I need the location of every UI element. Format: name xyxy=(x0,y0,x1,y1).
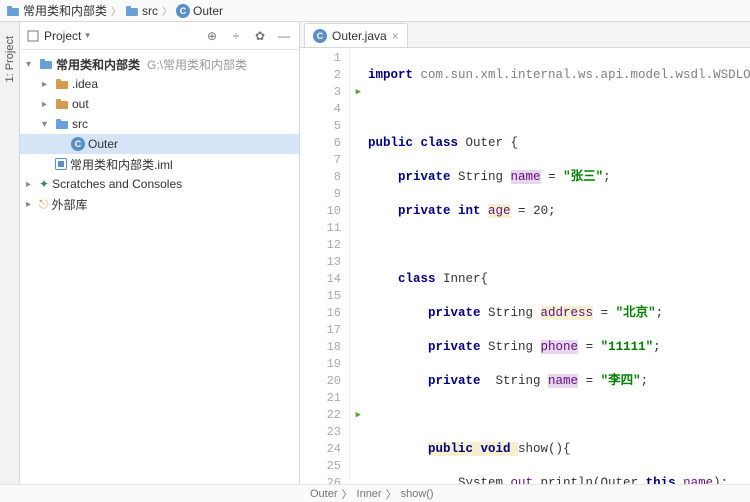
folder-icon xyxy=(55,77,69,91)
breadcrumb-root-label: 常用类和内部类 xyxy=(23,2,107,19)
chevron-right-icon: 〉 xyxy=(386,486,397,502)
chevron-right-icon: 〉 xyxy=(342,486,353,502)
chevron-down-icon: ▾ xyxy=(85,30,90,41)
chevron-down-icon: ▾ xyxy=(26,59,36,70)
folder-icon xyxy=(55,117,69,131)
project-panel: Project ▾ ⊕ ÷ ✿ — ▾ 常用类和内部类 G:\常用类和内部类 ▸… xyxy=(20,22,300,484)
chevron-down-icon: ▾ xyxy=(42,119,52,130)
project-tool-button[interactable]: 1: Project xyxy=(4,36,16,82)
target-icon[interactable]: ⊕ xyxy=(203,27,221,45)
tree-src[interactable]: ▾ src xyxy=(20,114,299,134)
tree-external-libs[interactable]: ▸ ⎋ 外部库 xyxy=(20,194,299,214)
breadcrumb-src-label: src xyxy=(142,4,158,18)
gear-icon[interactable]: ✿ xyxy=(251,27,269,45)
folder-icon xyxy=(6,4,20,18)
code-editor[interactable]: import com.sun.xml.internal.ws.api.model… xyxy=(350,48,750,484)
folder-icon xyxy=(125,4,139,18)
breadcrumb-class-label: Outer xyxy=(193,4,223,18)
editor-tab-label: Outer.java xyxy=(332,29,387,43)
project-panel-header: Project ▾ ⊕ ÷ ✿ — xyxy=(20,22,299,50)
tree-item-label: Scratches and Consoles xyxy=(52,177,182,191)
scratches-icon: ✦ xyxy=(39,177,49,191)
tree-item-label: 常用类和内部类.iml xyxy=(70,156,173,173)
editor-tab[interactable]: C Outer.java × xyxy=(304,23,408,47)
crumb-method[interactable]: show() xyxy=(401,488,434,500)
project-panel-title-label: Project xyxy=(44,29,81,43)
libraries-icon: ⎋ xyxy=(39,197,49,212)
tree-scratches[interactable]: ▸ ✦ Scratches and Consoles xyxy=(20,174,299,194)
tree-item-label: src xyxy=(72,117,88,131)
folder-icon xyxy=(39,57,53,71)
editor-tabbar: C Outer.java × xyxy=(300,22,750,48)
project-panel-title[interactable]: Project ▾ xyxy=(26,29,90,43)
chevron-right-icon: ▸ xyxy=(26,199,36,210)
chevron-right-icon: 〉 xyxy=(162,3,172,18)
module-icon xyxy=(55,158,67,170)
structure-breadcrumb: Outer 〉 Inner 〉 show() xyxy=(0,484,750,502)
editor-area: C Outer.java × 1234567891011121314151617… xyxy=(300,22,750,484)
tree-root-path: G:\常用类和内部类 xyxy=(147,56,247,73)
close-icon[interactable]: × xyxy=(392,29,399,43)
tool-window-bar: 1: Project xyxy=(0,22,20,484)
breadcrumb-class[interactable]: C Outer xyxy=(176,4,223,18)
editor-body: 1234567891011121314151617181920212223242… xyxy=(300,48,750,484)
class-icon: C xyxy=(176,4,190,18)
tree-item-label: 外部库 xyxy=(52,196,88,213)
class-icon: C xyxy=(313,29,327,43)
tree-item-label: .idea xyxy=(72,77,98,91)
chevron-right-icon: 〉 xyxy=(111,3,121,18)
crumb-inner[interactable]: Inner xyxy=(357,488,382,500)
breadcrumb-root[interactable]: 常用类和内部类 xyxy=(6,2,107,19)
collapse-icon[interactable]: — xyxy=(275,27,293,45)
class-icon: C xyxy=(71,137,85,151)
crumb-outer[interactable]: Outer xyxy=(310,488,338,500)
tree-out[interactable]: ▸ out xyxy=(20,94,299,114)
tree-outer-class[interactable]: C Outer xyxy=(20,134,299,154)
tree-item-label: out xyxy=(72,97,89,111)
chevron-right-icon: ▸ xyxy=(42,79,52,90)
project-tree[interactable]: ▾ 常用类和内部类 G:\常用类和内部类 ▸ .idea ▸ out ▾ src xyxy=(20,50,299,484)
tree-root[interactable]: ▾ 常用类和内部类 G:\常用类和内部类 xyxy=(20,54,299,74)
divide-icon[interactable]: ÷ xyxy=(227,27,245,45)
tree-iml[interactable]: 常用类和内部类.iml xyxy=(20,154,299,174)
folder-icon xyxy=(55,97,69,111)
tree-item-label: Outer xyxy=(88,137,118,151)
tree-root-label: 常用类和内部类 xyxy=(56,56,140,73)
chevron-right-icon: ▸ xyxy=(42,99,52,110)
chevron-right-icon: ▸ xyxy=(26,179,36,190)
editor-gutter[interactable]: 1234567891011121314151617181920212223242… xyxy=(300,48,350,484)
breadcrumb-src[interactable]: src xyxy=(125,4,158,18)
project-icon xyxy=(26,29,40,43)
tree-idea[interactable]: ▸ .idea xyxy=(20,74,299,94)
breadcrumb: 常用类和内部类 〉 src 〉 C Outer xyxy=(0,0,750,22)
